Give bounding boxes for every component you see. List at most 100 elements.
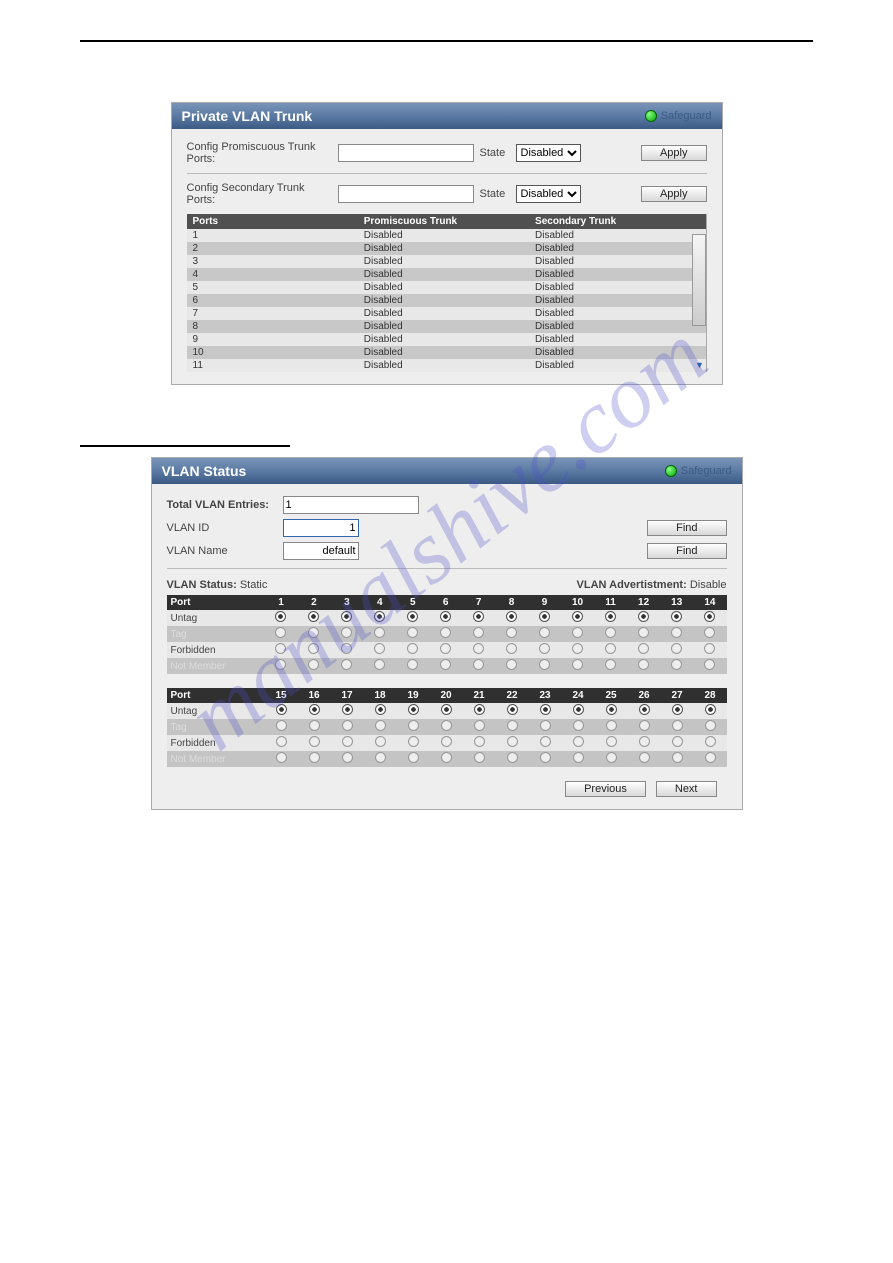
radio-off-icon[interactable]: [705, 752, 716, 763]
radio-off-icon[interactable]: [672, 752, 683, 763]
radio-on-icon[interactable]: [672, 704, 683, 715]
radio-off-icon[interactable]: [375, 720, 386, 731]
radio-off-icon[interactable]: [473, 659, 484, 670]
radio-off-icon[interactable]: [441, 720, 452, 731]
radio-off-icon[interactable]: [342, 752, 353, 763]
radio-off-icon[interactable]: [705, 736, 716, 747]
radio-on-icon[interactable]: [705, 704, 716, 715]
radio-on-icon[interactable]: [638, 611, 649, 622]
radio-off-icon[interactable]: [440, 627, 451, 638]
radio-off-icon[interactable]: [275, 659, 286, 670]
radio-off-icon[interactable]: [705, 720, 716, 731]
radio-on-icon[interactable]: [704, 611, 715, 622]
radio-off-icon[interactable]: [539, 627, 550, 638]
radio-off-icon[interactable]: [540, 720, 551, 731]
radio-off-icon[interactable]: [375, 736, 386, 747]
radio-on-icon[interactable]: [408, 704, 419, 715]
radio-off-icon[interactable]: [605, 659, 616, 670]
radio-off-icon[interactable]: [309, 736, 320, 747]
radio-off-icon[interactable]: [704, 659, 715, 670]
radio-on-icon[interactable]: [506, 611, 517, 622]
radio-on-icon[interactable]: [407, 611, 418, 622]
radio-off-icon[interactable]: [407, 659, 418, 670]
apply-button-1[interactable]: Apply: [641, 145, 707, 161]
radio-off-icon[interactable]: [441, 752, 452, 763]
radio-off-icon[interactable]: [408, 736, 419, 747]
radio-off-icon[interactable]: [473, 643, 484, 654]
radio-on-icon[interactable]: [309, 704, 320, 715]
radio-off-icon[interactable]: [606, 720, 617, 731]
state-select-2[interactable]: Disabled: [516, 185, 581, 203]
radio-off-icon[interactable]: [672, 736, 683, 747]
radio-off-icon[interactable]: [638, 659, 649, 670]
state-select-1[interactable]: Disabled: [516, 144, 581, 162]
radio-off-icon[interactable]: [572, 643, 583, 654]
radio-off-icon[interactable]: [704, 643, 715, 654]
radio-off-icon[interactable]: [276, 752, 287, 763]
radio-off-icon[interactable]: [606, 752, 617, 763]
radio-off-icon[interactable]: [672, 720, 683, 731]
radio-off-icon[interactable]: [408, 720, 419, 731]
vlanid-input[interactable]: [283, 519, 359, 537]
radio-off-icon[interactable]: [671, 643, 682, 654]
radio-off-icon[interactable]: [474, 720, 485, 731]
radio-off-icon[interactable]: [309, 752, 320, 763]
next-button[interactable]: Next: [656, 781, 717, 797]
radio-on-icon[interactable]: [308, 611, 319, 622]
radio-off-icon[interactable]: [506, 659, 517, 670]
radio-on-icon[interactable]: [639, 704, 650, 715]
radio-on-icon[interactable]: [473, 611, 484, 622]
radio-off-icon[interactable]: [506, 643, 517, 654]
radio-off-icon[interactable]: [572, 627, 583, 638]
radio-off-icon[interactable]: [605, 643, 616, 654]
radio-off-icon[interactable]: [606, 736, 617, 747]
radio-on-icon[interactable]: [606, 704, 617, 715]
radio-off-icon[interactable]: [440, 643, 451, 654]
radio-off-icon[interactable]: [341, 643, 352, 654]
radio-off-icon[interactable]: [573, 736, 584, 747]
radio-on-icon[interactable]: [605, 611, 616, 622]
radio-off-icon[interactable]: [540, 752, 551, 763]
apply-button-2[interactable]: Apply: [641, 186, 707, 202]
radio-off-icon[interactable]: [276, 720, 287, 731]
radio-off-icon[interactable]: [474, 736, 485, 747]
radio-off-icon[interactable]: [507, 720, 518, 731]
radio-off-icon[interactable]: [341, 627, 352, 638]
radio-off-icon[interactable]: [639, 736, 650, 747]
radio-on-icon[interactable]: [573, 704, 584, 715]
radio-off-icon[interactable]: [639, 752, 650, 763]
radio-on-icon[interactable]: [276, 704, 287, 715]
scroll-down-icon[interactable]: ▼: [694, 360, 706, 372]
radio-off-icon[interactable]: [507, 752, 518, 763]
radio-on-icon[interactable]: [440, 611, 451, 622]
radio-off-icon[interactable]: [540, 736, 551, 747]
radio-off-icon[interactable]: [473, 627, 484, 638]
promiscuous-input[interactable]: [338, 144, 474, 162]
find-button-id[interactable]: Find: [647, 520, 726, 536]
radio-on-icon[interactable]: [342, 704, 353, 715]
radio-off-icon[interactable]: [539, 659, 550, 670]
radio-off-icon[interactable]: [342, 736, 353, 747]
find-button-name[interactable]: Find: [647, 543, 726, 559]
radio-on-icon[interactable]: [474, 704, 485, 715]
radio-on-icon[interactable]: [671, 611, 682, 622]
radio-off-icon[interactable]: [275, 643, 286, 654]
radio-off-icon[interactable]: [474, 752, 485, 763]
radio-off-icon[interactable]: [407, 643, 418, 654]
secondary-input[interactable]: [338, 185, 474, 203]
radio-off-icon[interactable]: [408, 752, 419, 763]
radio-on-icon[interactable]: [374, 611, 385, 622]
radio-off-icon[interactable]: [572, 659, 583, 670]
radio-off-icon[interactable]: [342, 720, 353, 731]
radio-off-icon[interactable]: [441, 736, 452, 747]
radio-off-icon[interactable]: [308, 627, 319, 638]
radio-off-icon[interactable]: [671, 627, 682, 638]
radio-off-icon[interactable]: [573, 720, 584, 731]
radio-on-icon[interactable]: [540, 704, 551, 715]
radio-off-icon[interactable]: [374, 627, 385, 638]
radio-off-icon[interactable]: [309, 720, 320, 731]
radio-on-icon[interactable]: [341, 611, 352, 622]
radio-off-icon[interactable]: [638, 627, 649, 638]
radio-off-icon[interactable]: [506, 627, 517, 638]
scrollbar[interactable]: [692, 234, 706, 326]
